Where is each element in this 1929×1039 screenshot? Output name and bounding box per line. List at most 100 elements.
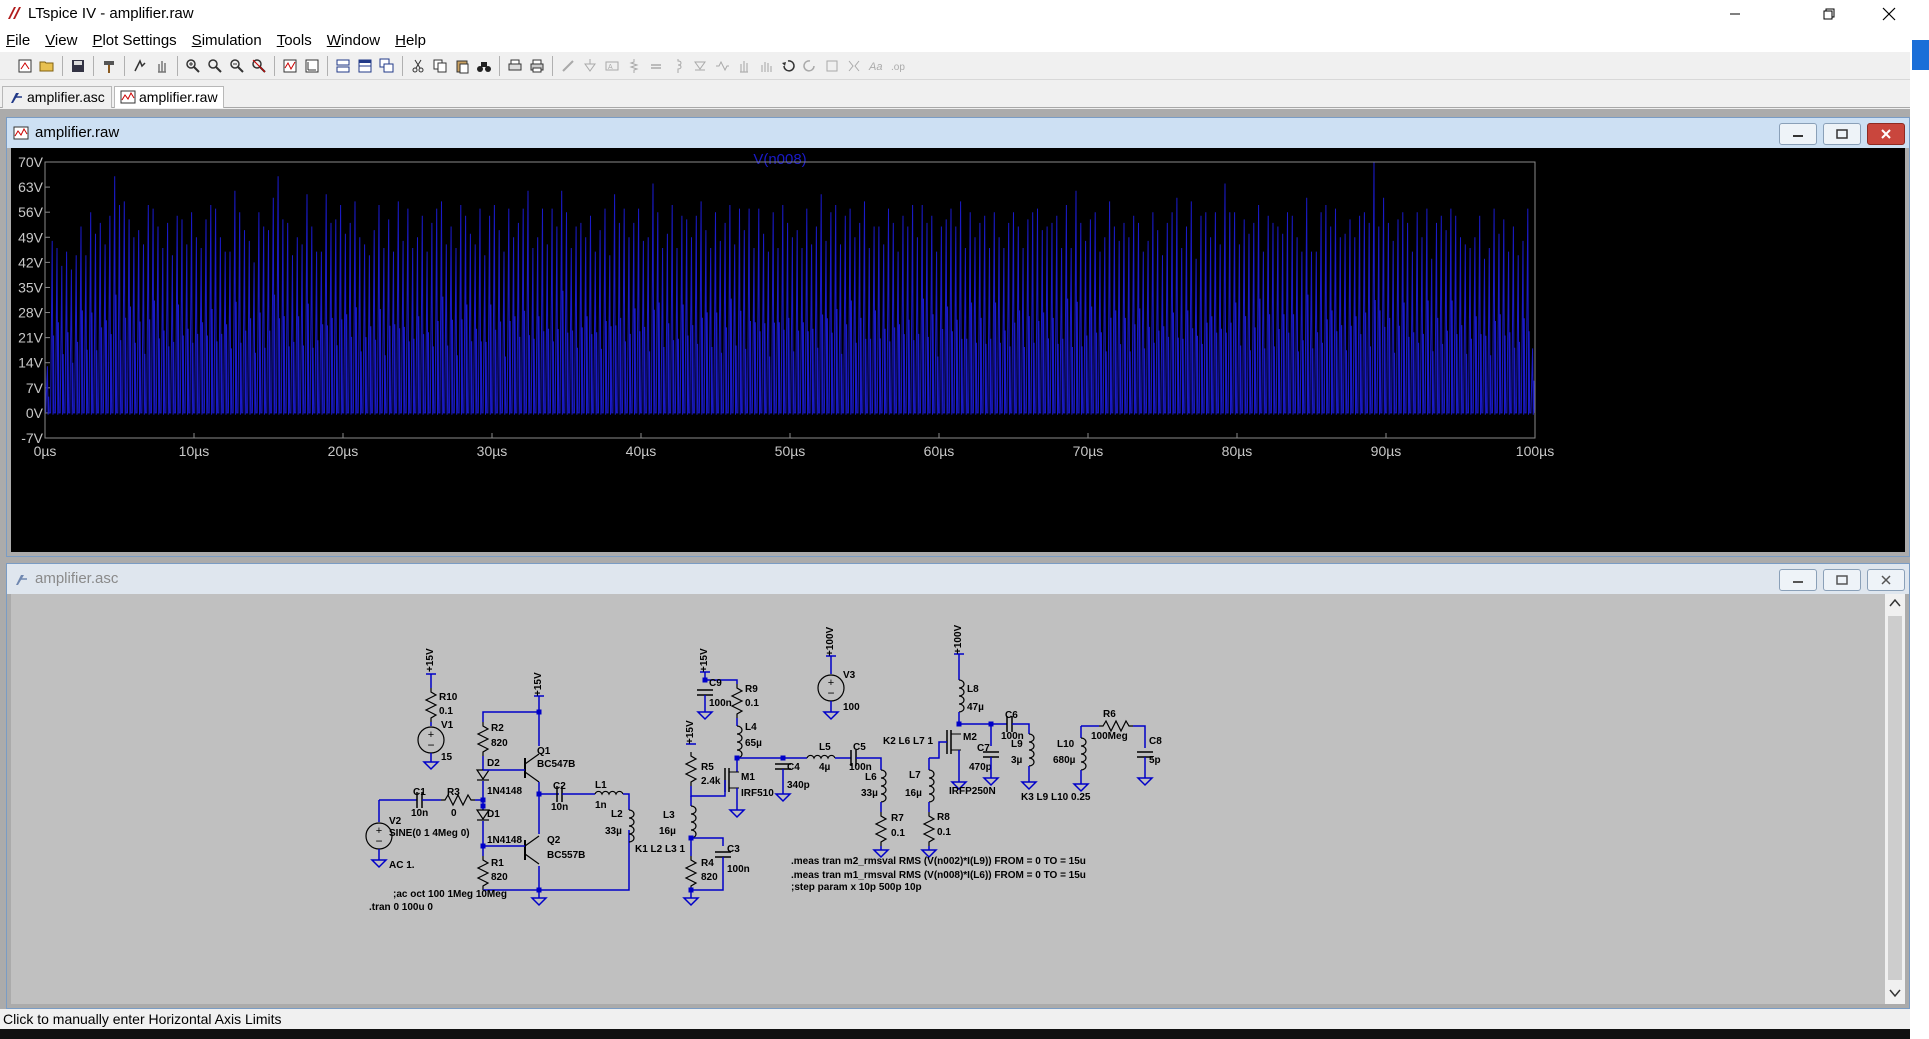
waveform-minimize-button[interactable]	[1779, 123, 1817, 145]
save-button[interactable]	[67, 55, 89, 77]
component-label[interactable]: BC557B	[547, 850, 585, 861]
component-label[interactable]: R5	[701, 762, 714, 773]
menu-help[interactable]: Help	[395, 32, 426, 49]
component-label[interactable]: V2	[389, 816, 402, 827]
component-label[interactable]: R1	[491, 858, 504, 869]
component-label[interactable]: 4µ	[819, 762, 831, 773]
component-label[interactable]: L4	[745, 722, 757, 733]
y-tick-label[interactable]: 14V	[18, 355, 44, 371]
component-label[interactable]: 1n	[595, 800, 607, 811]
component-label[interactable]: C3	[727, 844, 740, 855]
component-label[interactable]: 100n	[727, 864, 750, 875]
component-label[interactable]: C6	[1005, 710, 1018, 721]
component-label[interactable]: ;step param x 10p 500p 10p	[791, 882, 922, 893]
component-label[interactable]: Q1	[537, 746, 551, 757]
cut-button[interactable]	[407, 55, 429, 77]
schematic-minimize-button[interactable]	[1779, 569, 1817, 591]
component-label[interactable]: 100	[843, 702, 860, 713]
menu-file[interactable]: File	[6, 32, 30, 49]
trace-label-vn008[interactable]: V(n008)	[753, 151, 806, 168]
print-button[interactable]	[526, 55, 548, 77]
y-tick-label[interactable]: 56V	[18, 204, 44, 220]
component-label[interactable]: .tran 0 100u 0	[369, 902, 433, 913]
component-label[interactable]: +100V	[825, 626, 836, 656]
component-label[interactable]: IRFP250N	[949, 786, 996, 797]
cascade-button[interactable]	[376, 55, 398, 77]
component-label[interactable]: C1	[413, 787, 426, 798]
y-tick-label[interactable]: 35V	[18, 279, 44, 295]
undo-button[interactable]	[777, 55, 799, 77]
x-tick-label[interactable]: 20µs	[328, 443, 359, 459]
label-net-button[interactable]: A	[601, 55, 623, 77]
component-label[interactable]: +15V	[533, 672, 544, 696]
component-label[interactable]: C9	[709, 678, 722, 689]
rotate-button[interactable]	[821, 55, 843, 77]
component-label[interactable]: K3 L9 L10 0.25	[1021, 792, 1091, 803]
x-tick-label[interactable]: 0µs	[34, 443, 57, 459]
component-label[interactable]: L1	[595, 780, 607, 791]
x-tick-label[interactable]: 60µs	[924, 443, 955, 459]
zoom-out-button[interactable]	[226, 55, 248, 77]
component-label[interactable]: 820	[491, 738, 508, 749]
component-label[interactable]: 33µ	[861, 788, 878, 799]
waveform-maximize-button[interactable]	[1823, 123, 1861, 145]
component-label[interactable]: 0.1	[745, 698, 759, 709]
component-label[interactable]: 820	[491, 872, 508, 883]
minimize-button[interactable]	[1706, 0, 1764, 28]
component-label[interactable]: BC547B	[537, 759, 575, 770]
component-label[interactable]: AC 1.	[389, 860, 415, 871]
component-label[interactable]: R4	[701, 858, 714, 869]
component-label[interactable]: L3	[663, 810, 675, 821]
component-label[interactable]: +15V	[685, 720, 696, 744]
component-label[interactable]: 340p	[787, 780, 810, 791]
component-label[interactable]: +15V	[425, 648, 436, 672]
component-label[interactable]: 1N4148	[487, 835, 522, 846]
wire-button[interactable]	[557, 55, 579, 77]
component-label[interactable]: 2.4k	[701, 776, 721, 787]
component-label[interactable]: C8	[1149, 736, 1162, 747]
component-label[interactable]: 10n	[551, 802, 568, 813]
paste-button[interactable]	[451, 55, 473, 77]
component-label[interactable]: Q2	[547, 835, 561, 846]
component-label[interactable]: R7	[891, 813, 904, 824]
component-label[interactable]: 65µ	[745, 738, 762, 749]
component-label[interactable]: 1N4148	[487, 786, 522, 797]
component-label[interactable]: 47µ	[967, 702, 984, 713]
y-tick-label[interactable]: 63V	[18, 179, 44, 195]
x-tick-label[interactable]: 80µs	[1222, 443, 1253, 459]
component-label[interactable]: 33µ	[605, 826, 622, 837]
y-tick-label[interactable]: 0V	[26, 405, 44, 421]
y-tick-label[interactable]: 21V	[18, 330, 44, 346]
tile-horizontal-button[interactable]	[332, 55, 354, 77]
component-button[interactable]	[711, 55, 733, 77]
x-tick-label[interactable]: 40µs	[626, 443, 657, 459]
component-label[interactable]: 820	[701, 872, 718, 883]
schematic-vertical-scrollbar[interactable]	[1885, 594, 1905, 1004]
component-label[interactable]: 5p	[1149, 755, 1161, 766]
component-label[interactable]: 16µ	[905, 788, 922, 799]
y-tick-label[interactable]: 42V	[18, 254, 44, 270]
schematic-drawing[interactable]: +15VR100.1+−V115+15VR2820D21N4148D11N414…	[11, 594, 1885, 1002]
schematic-close-button[interactable]	[1867, 569, 1905, 591]
component-label[interactable]: C2	[553, 781, 566, 792]
move-button[interactable]	[733, 55, 755, 77]
component-label[interactable]: D1	[487, 809, 500, 820]
tab-amplifier-raw[interactable]: amplifier.raw	[114, 86, 224, 108]
manual-limits-button[interactable]	[301, 55, 323, 77]
component-label[interactable]: L8	[967, 684, 979, 695]
component-label[interactable]: K1 L2 L3 1	[635, 844, 685, 855]
x-tick-label[interactable]: 70µs	[1073, 443, 1104, 459]
ground-button[interactable]	[579, 55, 601, 77]
pan-button[interactable]	[151, 55, 173, 77]
component-label[interactable]: L2	[611, 809, 623, 820]
menu-tools[interactable]: Tools	[277, 32, 312, 49]
component-label[interactable]: 0.1	[439, 706, 453, 717]
component-label[interactable]: IRF510	[741, 788, 774, 799]
component-label[interactable]: R8	[937, 812, 950, 823]
menu-view[interactable]: View	[45, 32, 77, 49]
mirror-button[interactable]	[843, 55, 865, 77]
component-label[interactable]: M1	[741, 772, 755, 783]
x-tick-label[interactable]: 90µs	[1371, 443, 1402, 459]
zoom-in-button[interactable]	[182, 55, 204, 77]
component-label[interactable]: C7	[977, 743, 990, 754]
